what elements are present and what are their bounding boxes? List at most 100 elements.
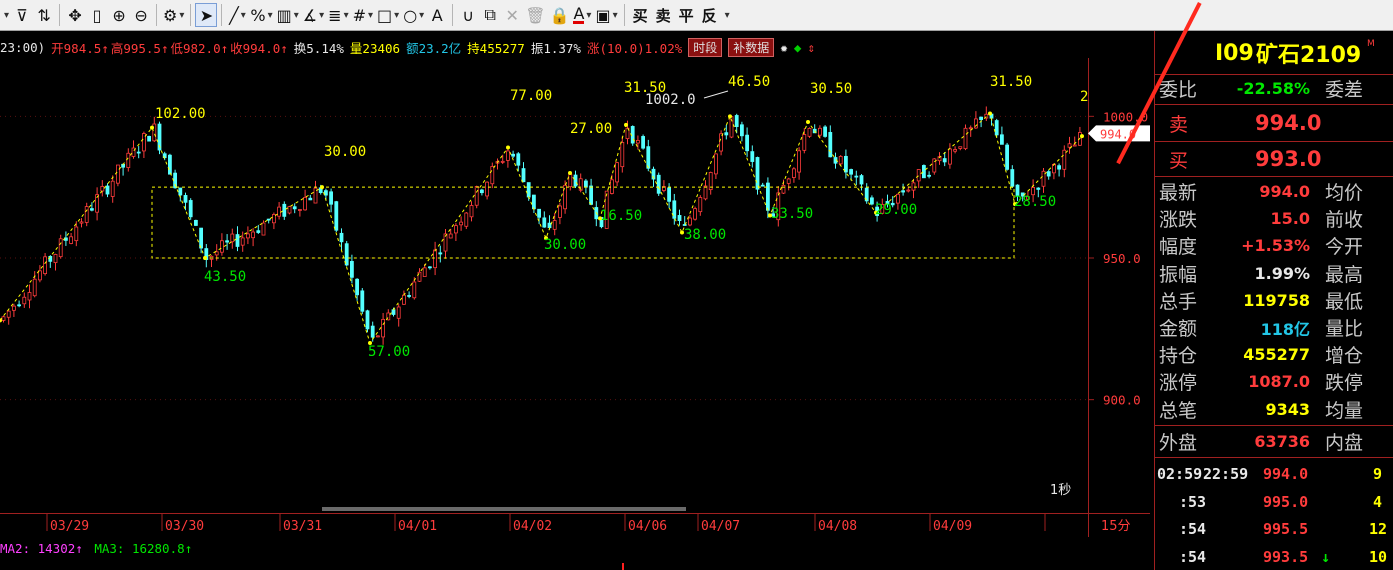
candle-body — [287, 206, 292, 214]
candle-body — [1005, 144, 1009, 170]
info-position: 持455277 — [467, 40, 525, 56]
settings-icon[interactable]: ⚙ — [161, 3, 186, 27]
date-label: 04/08 — [818, 519, 857, 534]
candle-icon[interactable]: ▯ — [86, 3, 108, 27]
candle-body — [505, 150, 510, 161]
ma3-value: MA3: 16280.8↑ — [94, 541, 193, 556]
close-text-button[interactable]: 平 — [675, 5, 698, 26]
dropdown-arrow-icon[interactable] — [0, 3, 11, 27]
info-volume: 量23406 — [349, 40, 401, 56]
buy-text-button[interactable]: 买 — [629, 5, 652, 26]
zigzag-pivot — [568, 171, 572, 175]
candle-body — [292, 206, 297, 210]
sell-label: 卖 — [1169, 113, 1189, 136]
more-dropdown-icon[interactable] — [721, 3, 732, 27]
candle-body — [235, 234, 240, 247]
pointer-icon[interactable]: ➤ — [195, 3, 218, 27]
info-high: 高995.5↑ — [110, 40, 169, 56]
candle-body — [381, 318, 386, 338]
candle-body — [714, 153, 718, 175]
candle-body — [636, 140, 640, 144]
stat-value: 9343 — [1265, 399, 1310, 419]
buy-price[interactable]: 993.0 — [1255, 147, 1321, 171]
outer-value: 63736 — [1254, 431, 1310, 451]
candle-body — [469, 205, 474, 218]
supplement-data-button[interactable]: 补数据 — [728, 37, 775, 57]
info-time: 23:00) — [0, 39, 46, 55]
diamond-icon[interactable]: ◆ — [794, 40, 802, 55]
copy-icon[interactable]: ⧉ — [479, 3, 501, 27]
candle-body — [308, 197, 313, 201]
wave-label-low: 33.50 — [771, 206, 813, 222]
indicator-icon[interactable]: ⇅ — [33, 3, 55, 27]
filter-icon[interactable]: ⊽ — [11, 3, 33, 27]
trash-icon[interactable]: 🗑 — [523, 3, 547, 27]
lock-icon[interactable]: 🔒 — [548, 3, 572, 27]
date-axis: 03/29 03/30 03/31 04/01 04/02 04/06 04/07 04/08… — [0, 513, 1150, 537]
contract-code: I09 — [1215, 40, 1254, 66]
candle-body — [1052, 163, 1056, 174]
toolbar-separator — [59, 4, 61, 26]
candle-body — [355, 278, 360, 296]
candle-body — [760, 184, 765, 187]
delete-icon[interactable]: ✕ — [501, 3, 523, 27]
candle-body — [818, 127, 822, 136]
candle-body — [870, 197, 874, 205]
wave-label-high: 30.00 — [324, 144, 366, 160]
date-label: 03/29 — [50, 519, 89, 534]
zoom-out-icon[interactable]: ⊖ — [130, 3, 152, 27]
timeshare-button[interactable]: 时段 — [688, 37, 723, 57]
angle-icon[interactable]: ∡ — [301, 3, 326, 27]
stat-value: 118亿 — [1260, 319, 1310, 339]
stats-row: 总笔 9343 均量 — [1155, 396, 1393, 423]
percent-icon[interactable]: % — [248, 3, 274, 27]
gear-icon[interactable]: ✹ — [780, 40, 788, 55]
candle-body — [126, 152, 131, 168]
stat-value: 119758 — [1243, 290, 1310, 310]
candle-body — [225, 240, 230, 243]
candle-body — [116, 164, 120, 184]
candlestick-chart[interactable]: 102.0030.0077.0027.0031.50 46.50 30.50 31.5… — [0, 58, 1150, 513]
reverse-text-button[interactable]: 反 — [698, 5, 721, 26]
candle-body — [422, 267, 427, 277]
text-tool-icon[interactable]: A — [426, 3, 448, 27]
save-icon[interactable]: ▣ — [593, 3, 619, 27]
rectangle-icon[interactable]: □ — [375, 3, 401, 27]
candle-body — [1067, 143, 1072, 148]
info-change: 涨(10.0)1.02% — [586, 40, 683, 56]
parallel-icon[interactable]: ≣ — [326, 3, 350, 27]
candle-body — [500, 160, 505, 163]
tick-time: :53 — [1179, 492, 1207, 511]
stats-row: 总手 119758 最低 — [1155, 287, 1393, 314]
candle-body — [58, 238, 63, 258]
stat-label-right: 跌停 — [1325, 372, 1364, 395]
zoom-in-icon[interactable]: ⊕ — [108, 3, 130, 27]
price-tick-label: 950.0 — [1103, 251, 1141, 266]
candle-body — [537, 208, 541, 218]
sell-price[interactable]: 994.0 — [1255, 111, 1321, 135]
candle-body — [994, 120, 999, 136]
outer-label: 外盘 — [1159, 431, 1198, 454]
candle-body — [245, 233, 250, 239]
candle-body — [542, 217, 547, 228]
font-color-icon[interactable]: A — [571, 3, 593, 27]
tick-volume: 10 — [1369, 547, 1388, 566]
candle-body — [703, 185, 708, 200]
grid-icon[interactable]: # — [351, 3, 375, 27]
candle-body — [911, 182, 916, 191]
candle-body — [521, 168, 526, 183]
circle-icon[interactable]: ○ — [401, 3, 426, 27]
stat-label: 涨跌 — [1159, 209, 1198, 232]
wave-label-high: 46.50 — [728, 74, 770, 90]
move-icon[interactable]: ✥ — [64, 3, 86, 27]
wave-label-low: 43.50 — [204, 269, 246, 285]
info-amplitude: 振1.37% — [530, 40, 581, 56]
magnet-icon[interactable]: ∪ — [457, 3, 479, 27]
candle-body — [677, 215, 682, 222]
candle-body — [755, 157, 760, 190]
pin-icon[interactable]: ⇕ — [807, 40, 815, 55]
candle-body — [667, 187, 671, 202]
trend-line-icon[interactable]: ╱ — [226, 3, 248, 27]
box-tool-icon[interactable]: ▥ — [275, 3, 301, 27]
sell-text-button[interactable]: 卖 — [652, 5, 675, 26]
